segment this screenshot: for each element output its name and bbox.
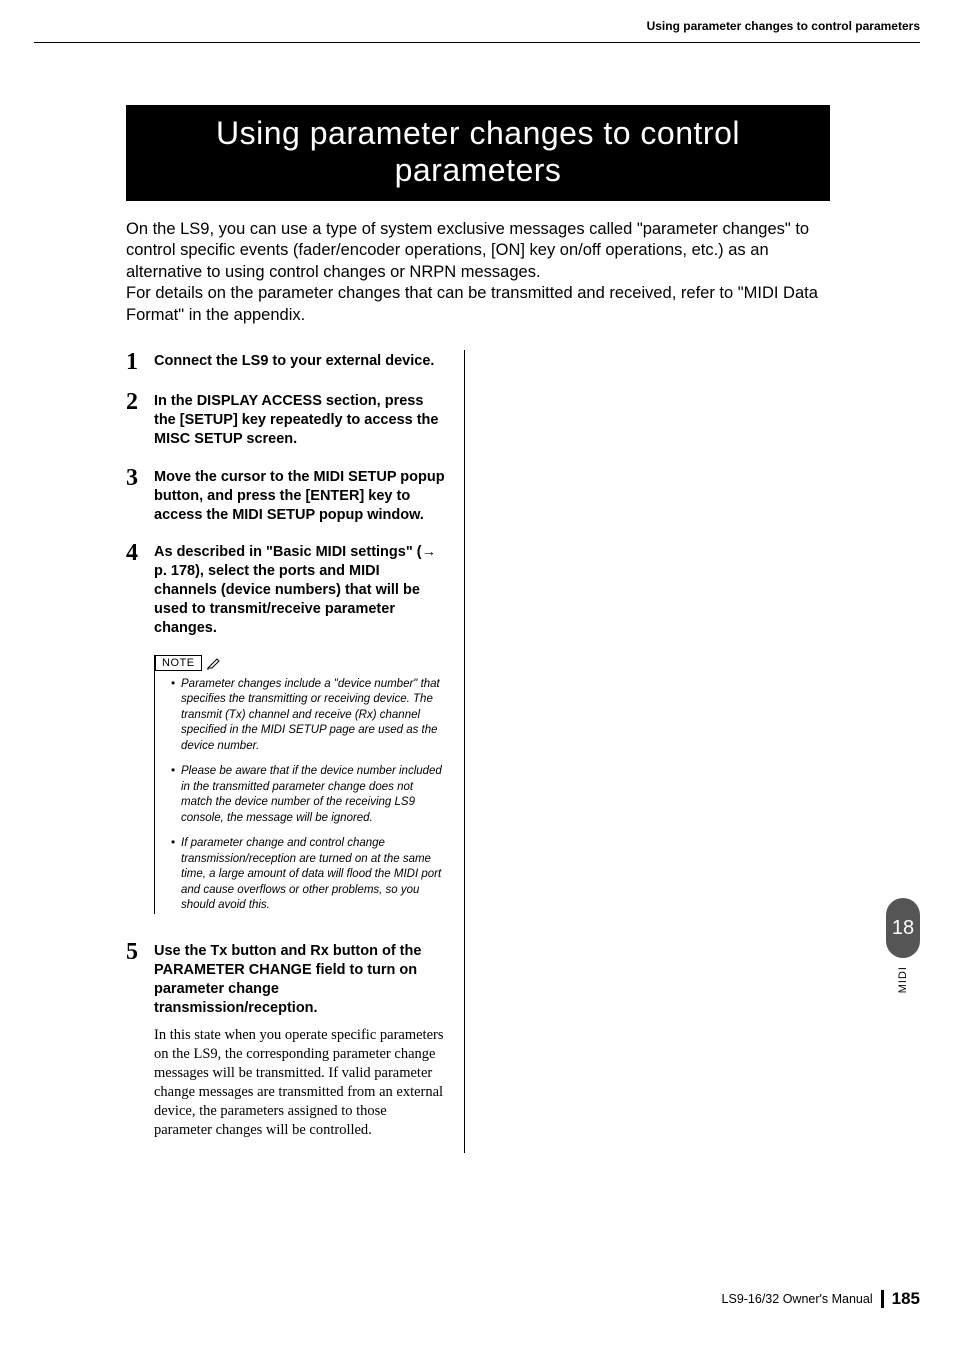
left-column: 1 Connect the LS9 to your external devic… <box>126 350 465 1153</box>
running-header: Using parameter changes to control param… <box>647 19 920 33</box>
note-item: If parameter change and control change t… <box>171 836 446 914</box>
chapter-label: MIDI <box>897 966 909 993</box>
page-number: 185 <box>892 1289 920 1309</box>
right-column <box>493 350 830 1153</box>
chapter-number-pill: 18 <box>886 898 920 958</box>
note-label: NOTE <box>155 655 202 671</box>
step-5-body: In this state when you operate specific … <box>154 1026 446 1139</box>
step-text: Use the Tx button and Rx button of the P… <box>154 940 446 1019</box>
chapter-tab: 18 MIDI <box>886 898 920 993</box>
step-2: 2 In the DISPLAY ACCESS section, press t… <box>126 390 446 449</box>
step-number: 3 <box>126 466 144 525</box>
note-item: Please be aware that if the device numbe… <box>171 764 446 826</box>
manual-title: LS9-16/32 Owner's Manual <box>722 1292 873 1306</box>
step-5: 5 Use the Tx button and Rx button of the… <box>126 940 446 1019</box>
pencil-icon <box>206 656 220 670</box>
step-4: 4 As described in "Basic MIDI settings" … <box>126 541 446 639</box>
step-text: As described in "Basic MIDI settings" (→… <box>154 541 446 639</box>
page-footer: LS9-16/32 Owner's Manual 185 <box>722 1289 920 1309</box>
note-item: Parameter changes include a "device numb… <box>171 677 446 755</box>
step-text: Connect the LS9 to your external device. <box>154 350 434 374</box>
footer-divider <box>881 1290 884 1308</box>
step-1: 1 Connect the LS9 to your external devic… <box>126 350 446 374</box>
note-box: NOTE Parameter changes include a "device… <box>154 655 446 914</box>
step-number: 1 <box>126 350 144 374</box>
step-3: 3 Move the cursor to the MIDI SETUP popu… <box>126 466 446 525</box>
section-title: Using parameter changes to control param… <box>126 105 830 201</box>
step-number: 4 <box>126 541 144 639</box>
step-text: Move the cursor to the MIDI SETUP popup … <box>154 466 446 525</box>
step-text: In the DISPLAY ACCESS section, press the… <box>154 390 446 449</box>
step-number: 2 <box>126 390 144 449</box>
intro-paragraph: On the LS9, you can use a type of system… <box>126 219 830 326</box>
step-number: 5 <box>126 940 144 1019</box>
